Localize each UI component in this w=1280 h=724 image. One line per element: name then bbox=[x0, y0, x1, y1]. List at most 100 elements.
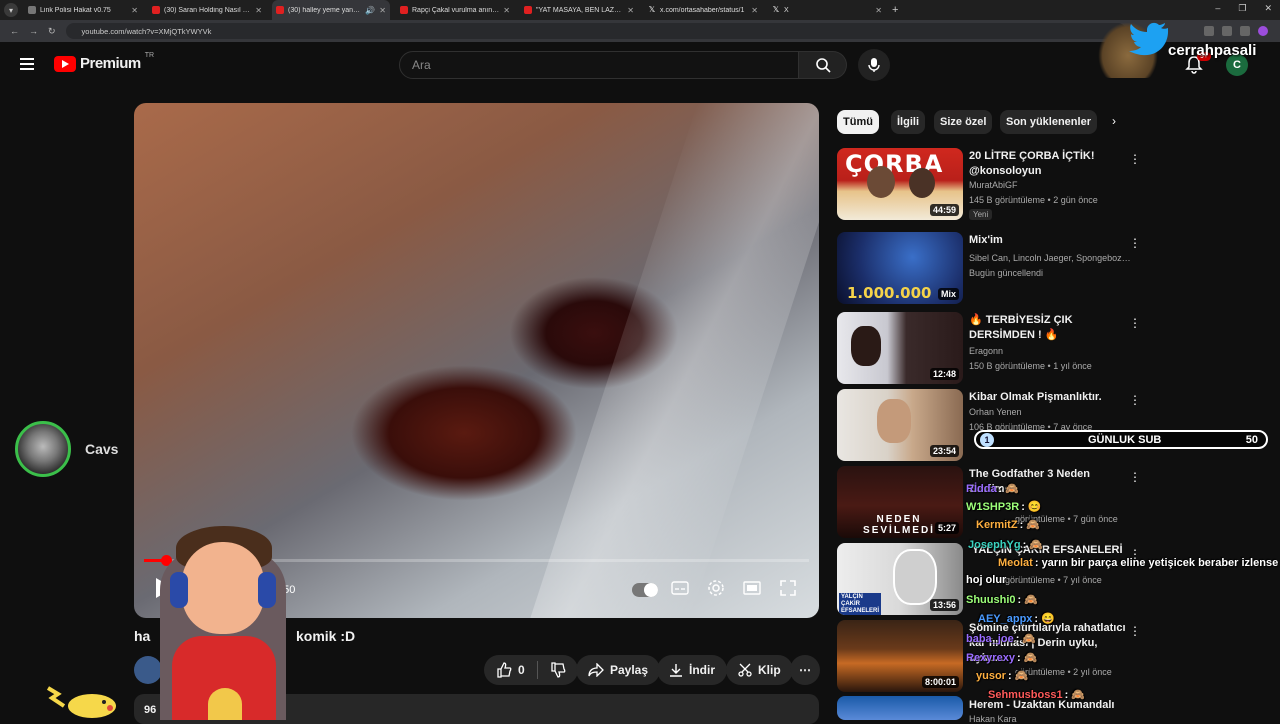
chat-message: Rİdda: 🙈 bbox=[966, 482, 1019, 495]
channel-name[interactable]: Orhan Yenen bbox=[969, 407, 1134, 417]
more-vert-icon[interactable]: ⋮ bbox=[1129, 470, 1141, 484]
browser-tab[interactable]: Rapçi Çakal vurulma anını ilk k ✕ bbox=[396, 0, 514, 20]
video-frame-highlight bbox=[530, 103, 819, 618]
browser-tab[interactable]: 𝕏 X ✕ bbox=[768, 0, 886, 20]
close-icon[interactable]: ✕ bbox=[131, 6, 138, 15]
thumbnail-text: YALÇIN ÇAKIR EFSANELERİ bbox=[839, 593, 881, 615]
video-thumbnail: 1.000.000 Mix bbox=[837, 232, 963, 304]
maximize-icon[interactable]: ❐ bbox=[1238, 3, 1246, 14]
video-title: Mix'im bbox=[969, 234, 1003, 246]
close-icon[interactable]: ✕ bbox=[503, 6, 510, 15]
chat-username: Shuushi0 bbox=[966, 594, 1016, 606]
channel-name[interactable]: Eragonn bbox=[969, 346, 1134, 356]
youtube-logo[interactable]: Premium TR bbox=[54, 52, 154, 72]
thumbnail-person bbox=[893, 549, 937, 605]
more-vert-icon[interactable]: ⋮ bbox=[1129, 236, 1141, 250]
sub-goal-bar: 1 GÜNLUK SUB 50 bbox=[974, 430, 1268, 449]
fullscreen-button[interactable] bbox=[778, 573, 798, 603]
close-icon[interactable]: ✕ bbox=[875, 6, 882, 15]
logo-text: Premium bbox=[80, 55, 141, 72]
tab-search-button[interactable]: ▾ bbox=[4, 3, 18, 17]
chat-text: : yarın bir parça eline yetişicek berabe… bbox=[1034, 557, 1279, 569]
address-bar-row: ← → ↻ youtube.com/watch?v=XMjQTkYWYVk bbox=[0, 20, 1280, 42]
clip-button[interactable]: Klip bbox=[726, 655, 793, 685]
speaker-icon[interactable]: 🔊 bbox=[365, 6, 375, 15]
recommended-video[interactable]: NEDEN SEVİLMEDİ 5:27 The Godfather 3 Ned… bbox=[837, 466, 1267, 538]
thumbnail-person bbox=[909, 168, 935, 198]
menu-icon[interactable] bbox=[20, 58, 34, 70]
subtitles-button[interactable] bbox=[670, 573, 690, 603]
chat-username: JosephYg bbox=[968, 539, 1021, 551]
autoplay-toggle[interactable] bbox=[632, 583, 658, 597]
chat-text: : 😊 bbox=[1021, 501, 1042, 513]
browser-tab[interactable]: 𝕏x.com/ortasahaber/status/1 ✕ bbox=[644, 0, 762, 20]
browser-tab[interactable]: (30) Saran Holding Nasıl Kurulu✕ bbox=[148, 0, 266, 20]
chat-message: AEY_appx: 😄 bbox=[978, 612, 1055, 625]
close-icon[interactable]: ✕ bbox=[751, 6, 758, 15]
chat-username: baba_joe bbox=[966, 633, 1014, 645]
recommended-video[interactable]: 1.000.000 Mix Mix'im Sibel Can, Lincoln … bbox=[837, 232, 1267, 304]
twitter-bird-icon bbox=[1129, 22, 1169, 56]
new-tab-button[interactable]: + bbox=[892, 4, 898, 16]
chat-text: : 🙈 bbox=[1022, 539, 1043, 551]
more-vert-icon[interactable]: ⋮ bbox=[1129, 152, 1141, 166]
download-button[interactable]: İndir bbox=[657, 655, 727, 685]
tab-title: Rapçi Çakal vurulma anını ilk k bbox=[412, 6, 500, 14]
more-vert-icon[interactable]: ⋮ bbox=[1129, 393, 1141, 407]
close-icon[interactable]: ✕ bbox=[379, 6, 386, 15]
browser-tab[interactable]: "YAT MASAYA, BEN LAZER YAP✕ bbox=[520, 0, 638, 20]
recommended-video[interactable]: 23:54 Kibar Olmak Pişmanlıktır. Orhan Ye… bbox=[837, 389, 1267, 461]
reload-icon[interactable]: ↻ bbox=[48, 26, 56, 37]
search-button[interactable] bbox=[799, 51, 847, 79]
channel-name[interactable]: MuratAbiGF bbox=[969, 180, 1134, 190]
back-icon[interactable]: ← bbox=[10, 26, 19, 36]
share-button[interactable]: Paylaş bbox=[576, 655, 661, 685]
minimize-icon[interactable]: – bbox=[1215, 3, 1220, 14]
channel-name[interactable]: Sibel Can, Lincoln Jaeger, Spongebozz v.… bbox=[969, 253, 1134, 263]
video-meta: 145 B görüntüleme • 2 gün önce bbox=[969, 195, 1098, 205]
duration-badge: 23:54 bbox=[929, 445, 959, 457]
recommended-video[interactable]: 12:48 🔥 TERBİYESİZ ÇIK DERSİMDEN ! 🔥 Era… bbox=[837, 312, 1267, 384]
duration-badge: 5:27 bbox=[934, 522, 959, 534]
chip-related[interactable]: İlgili bbox=[891, 110, 925, 134]
chat-message: yusor: 🙈 bbox=[976, 669, 1028, 682]
viewer-avatar bbox=[15, 421, 71, 477]
chip-for-you[interactable]: Size özel bbox=[934, 110, 993, 134]
channel-name[interactable]: Hakan Kara bbox=[969, 714, 1134, 724]
avatar-shirt bbox=[172, 636, 276, 720]
theater-mode-button[interactable] bbox=[742, 573, 762, 603]
thumbs-down-icon[interactable] bbox=[550, 662, 566, 678]
search-icon bbox=[815, 58, 831, 73]
more-vert-icon[interactable]: ⋮ bbox=[1129, 624, 1141, 638]
more-vert-icon[interactable]: ⋮ bbox=[1129, 316, 1141, 330]
thumbs-up-icon[interactable] bbox=[496, 662, 512, 678]
sub-goal-target: 50 bbox=[1245, 434, 1258, 446]
recommended-video[interactable]: ÇORBA 44:59 20 LİTRE ÇORBA İÇTİK! @konso… bbox=[837, 148, 1267, 220]
youtube-favicon bbox=[276, 6, 284, 14]
tab-title: Link Polisi Hakat v0.75 bbox=[40, 6, 111, 14]
download-label: İndir bbox=[689, 663, 715, 677]
brand-name: cerrahpasali bbox=[1168, 42, 1257, 59]
like-dislike-group: 0 bbox=[484, 655, 578, 685]
browser-tab-active[interactable]: (30) halley yeme yansıması 🔊 ✕ bbox=[272, 0, 390, 20]
chat-username: yusor bbox=[976, 670, 1006, 682]
window-close-icon[interactable]: ✕ bbox=[1264, 3, 1272, 14]
url-field[interactable]: youtube.com/watch?v=XMjQTkYWYVk bbox=[65, 23, 1126, 39]
close-icon[interactable]: ✕ bbox=[255, 6, 262, 15]
chip-recent[interactable]: Son yüklenenler bbox=[1000, 110, 1097, 134]
search-input[interactable]: Ara bbox=[399, 51, 799, 79]
video-thumbnail: YALÇIN ÇAKIR EFSANELERİ 13:56 bbox=[837, 543, 963, 615]
close-icon[interactable]: ✕ bbox=[627, 6, 634, 15]
voice-search-button[interactable] bbox=[858, 49, 890, 81]
recommended-video[interactable]: 8:00:01 Şömine çıtırtılarıyla rahatlatıc… bbox=[837, 620, 1267, 692]
more-actions-button[interactable]: ⋯ bbox=[790, 655, 820, 685]
video-thumbnail: 12:48 bbox=[837, 312, 963, 384]
chat-message: KermitZ: 🙈 bbox=[976, 518, 1040, 531]
recommended-video[interactable]: YALÇIN ÇAKIR EFSANELERİ 13:56 YALÇIN ÇAK… bbox=[837, 543, 1267, 615]
browser-tab[interactable]: Link Polisi Hakat v0.75 ✕ bbox=[24, 0, 142, 20]
forward-icon[interactable]: → bbox=[29, 26, 38, 36]
settings-button[interactable] bbox=[706, 573, 726, 603]
chip-all[interactable]: Tümü bbox=[837, 110, 879, 134]
chevron-right-icon[interactable]: › bbox=[1112, 114, 1116, 128]
theater-icon bbox=[743, 581, 761, 595]
